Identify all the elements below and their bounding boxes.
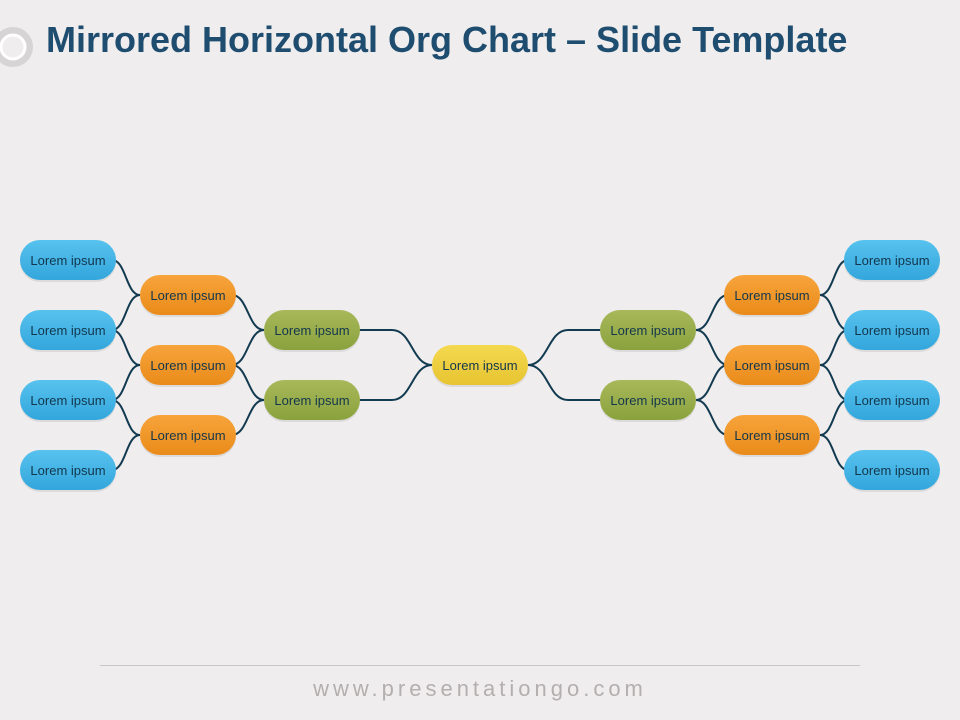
node-left-l4-1: Lorem ipsum xyxy=(20,310,116,350)
node-right-l2-1: Lorem ipsum xyxy=(600,380,696,420)
node-left-l3-0: Lorem ipsum xyxy=(140,275,236,315)
node-right-l3-0: Lorem ipsum xyxy=(724,275,820,315)
footer-url: www.presentationgo.com xyxy=(0,676,960,702)
node-center: Lorem ipsum xyxy=(432,345,528,385)
org-chart: Lorem ipsum Lorem ipsum Lorem ipsum Lore… xyxy=(48,210,912,520)
footer-divider xyxy=(100,665,860,666)
node-left-l4-2: Lorem ipsum xyxy=(20,380,116,420)
ring-icon xyxy=(0,22,38,72)
node-right-l2-0: Lorem ipsum xyxy=(600,310,696,350)
header: Mirrored Horizontal Org Chart – Slide Te… xyxy=(0,18,960,72)
node-right-l4-0: Lorem ipsum xyxy=(844,240,940,280)
node-right-l4-2: Lorem ipsum xyxy=(844,380,940,420)
node-left-l3-2: Lorem ipsum xyxy=(140,415,236,455)
node-right-l4-1: Lorem ipsum xyxy=(844,310,940,350)
slide: Mirrored Horizontal Org Chart – Slide Te… xyxy=(0,0,960,720)
page-title: Mirrored Horizontal Org Chart – Slide Te… xyxy=(46,18,847,61)
node-right-l3-2: Lorem ipsum xyxy=(724,415,820,455)
node-right-l3-1: Lorem ipsum xyxy=(724,345,820,385)
node-left-l3-1: Lorem ipsum xyxy=(140,345,236,385)
node-left-l2-0: Lorem ipsum xyxy=(264,310,360,350)
node-left-l4-3: Lorem ipsum xyxy=(20,450,116,490)
node-left-l4-0: Lorem ipsum xyxy=(20,240,116,280)
footer: www.presentationgo.com xyxy=(0,665,960,702)
node-right-l4-3: Lorem ipsum xyxy=(844,450,940,490)
node-left-l2-1: Lorem ipsum xyxy=(264,380,360,420)
